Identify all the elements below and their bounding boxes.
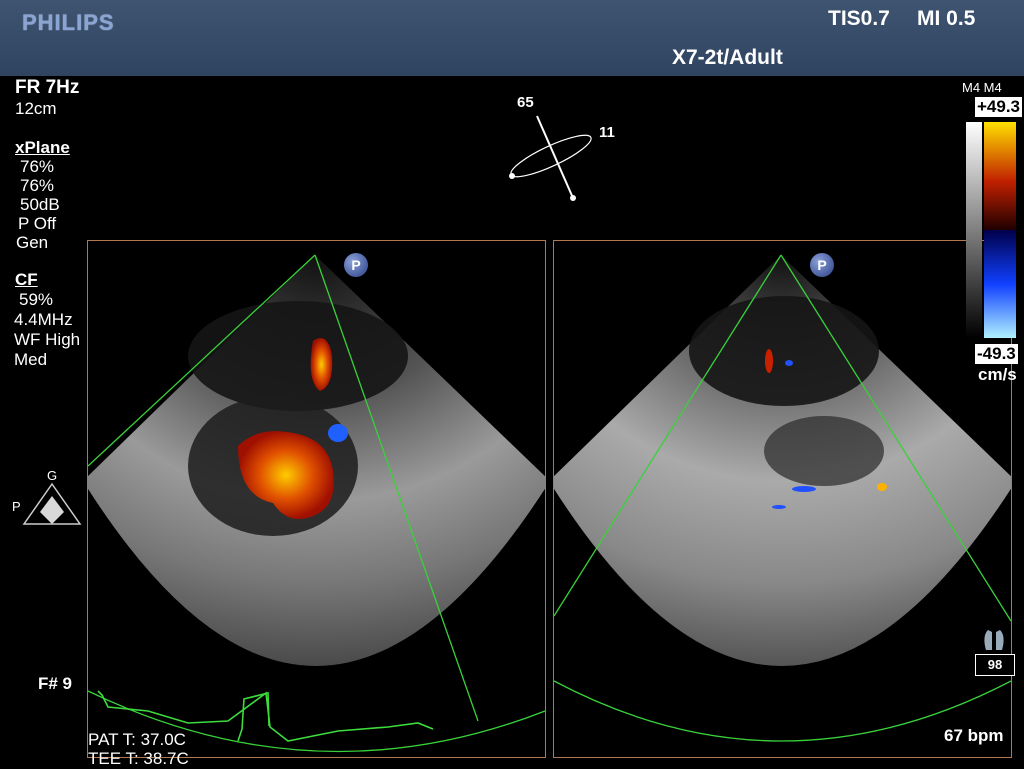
lungs-icon [984,630,1004,650]
depth: 12cm [15,99,57,118]
mi-readout: MI 0.5 [917,7,976,30]
colorbar-unit: cm/s [978,365,1017,384]
xplane-plane-icon [509,115,592,201]
colorbar-max: +49.3 [975,97,1023,117]
left-ultrasound-sector [88,254,545,753]
tis-readout: TIS0.7 [828,7,890,30]
xplane-value: 76% [20,157,55,176]
tee-temp: TEE T: 38.7C [88,749,189,768]
velocity-color-bar [966,122,1016,338]
colorbar-mode: M4 M4 [962,80,1002,95]
colorbar-min: -49.3 [975,344,1018,364]
xplane-value: P Off [18,214,57,233]
cf-value: 4.4MHz [14,310,73,329]
frame-number: F# 9 [38,674,73,693]
xplane-value: 76% [20,176,55,195]
cf-value: 59% [19,290,54,309]
brand-logo: PHILIPS [22,10,115,35]
negative-velocity-bar [984,230,1016,338]
cf-value: Med [14,350,48,369]
probe-badge: P [810,253,834,277]
probe-badge: P [344,253,368,277]
right-image-panel[interactable]: P [553,240,1012,758]
left-image-panel[interactable]: P [87,240,546,758]
frame-rate: FR 7Hz [15,77,80,98]
patient-temp: PAT T: 37.0C [88,730,186,749]
header-bar: PHILIPS TIS0.7 MI 0.5 X7-2t/Adult [0,0,1024,76]
greyscale-bar [966,122,982,338]
gain-readout: 98 [975,654,1015,676]
xplane-value: 50dB [20,195,60,214]
cf-value: WF High [14,330,81,349]
xplane-value: Gen [16,233,49,252]
xplane-title: xPlane [15,138,70,157]
positive-velocity-bar [984,122,1016,230]
probe-preset: X7-2t/Adult [672,46,783,69]
xplane-angle-indicator: 65 11 [505,92,625,202]
right-ultrasound-sector [554,254,1011,742]
cf-title: CF [15,270,38,289]
heart-rate: 67 bpm [944,726,1004,745]
